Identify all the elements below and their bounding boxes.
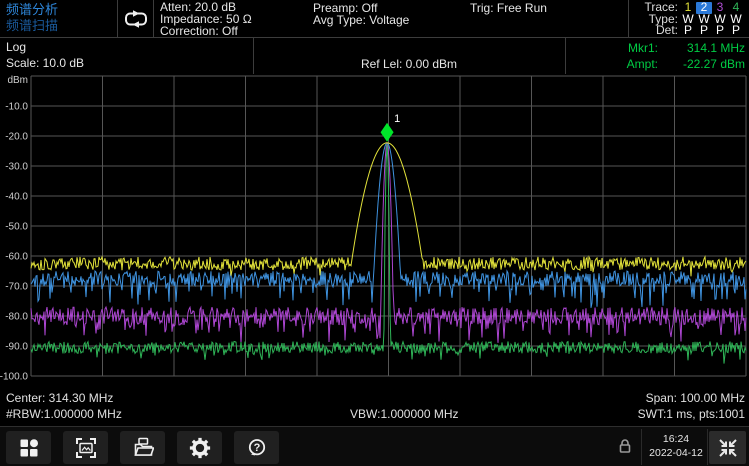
ref-level-readout: Ref Lel: 0.00 dBm: [253, 57, 565, 71]
spectrum-chart[interactable]: dBm -10.0 -20.0 -30.0 -40.0 -50.0 -60.0 -70.0 -8…: [0, 74, 749, 392]
vbw-readout: VBW:1.000000 MHz: [350, 407, 459, 421]
marker-readout-block: Mkr1: 314.1 MHz Ampt: -22.27 dBm: [565, 38, 749, 74]
y-tick-label: -40.0: [5, 192, 28, 203]
avg-type-readout: Avg Type: Voltage: [313, 15, 409, 27]
y-tick-label: -30.0: [5, 162, 28, 173]
ref-level-block: Ref Lel: 0.00 dBm: [253, 38, 565, 74]
marker-ampt-value: -22.27 dBm: [658, 56, 745, 72]
trace-det-row: Det: P P P P: [629, 25, 749, 37]
mode-tabs: 频谱分析 频谱扫描: [6, 2, 58, 34]
y-tick-label: -20.0: [5, 132, 28, 143]
collapse-fullscreen-button[interactable]: [709, 431, 746, 464]
marker-freq-value: 314.1 MHz: [658, 40, 745, 56]
marker-1-diamond[interactable]: [381, 123, 394, 142]
file-manager-button[interactable]: [120, 431, 165, 464]
swt-readout: SWT:1 ms, pts:1001: [638, 407, 745, 421]
date-readout: 2022-04-12: [646, 446, 706, 460]
tab-spectrum-analysis[interactable]: 频谱分析: [6, 2, 58, 18]
taskbar: ? 16:24 2022-04-12: [0, 426, 749, 466]
freq-annotation-row: Center: 314.30 MHz Span: 100.00 MHz: [0, 391, 749, 407]
span-readout: Span: 100.00 MHz: [646, 391, 745, 405]
spectrum-analyzer-screen: 频谱分析 频谱扫描 Atten: 20.0 dB Impedance: 50 Ω…: [0, 0, 749, 466]
lock-status: [618, 438, 632, 459]
header-bar: 频谱分析 频谱扫描 Atten: 20.0 dB Impedance: 50 Ω…: [0, 0, 749, 38]
trace-3-det: P: [712, 25, 728, 37]
rf-settings-block: Atten: 20.0 dB Impedance: 50 Ω Correctio…: [160, 2, 252, 38]
y-tick-label: -60.0: [5, 252, 28, 263]
svg-text:?: ?: [253, 442, 260, 454]
correction-readout: Correction: Off: [160, 26, 252, 38]
settings-bar: Log Scale: 10.0 dB Ref Lel: 0.00 dBm Mkr…: [0, 38, 749, 74]
trigger-readout: Trig: Free Run: [470, 3, 547, 15]
gain-settings-block: Preamp: Off Avg Type: Voltage: [313, 3, 409, 27]
det-row-label: Det:: [656, 25, 678, 37]
bw-annotation-row: #RBW:1.000000 MHz VBW:1.000000 MHz SWT:1…: [0, 407, 749, 423]
clock-widget[interactable]: 16:24 2022-04-12: [646, 432, 706, 460]
y-axis-unit: dBm: [7, 75, 28, 86]
taskbar-separator: [641, 429, 642, 465]
marker-freq-row: Mkr1: 314.1 MHz: [566, 40, 749, 56]
settings-gear-icon: [189, 437, 211, 459]
file-manager-icon: [132, 437, 154, 459]
marker-ampt-label: Ampt:: [566, 56, 658, 72]
scale-block: Log Scale: 10.0 dB: [0, 38, 254, 74]
time-readout: 16:24: [646, 432, 706, 446]
tab-spectrum-sweep[interactable]: 频谱扫描: [6, 18, 58, 34]
y-tick-label: -80.0: [5, 312, 28, 323]
collapse-arrows-icon: [716, 436, 740, 460]
rbw-readout: #RBW:1.000000 MHz: [6, 407, 122, 421]
y-tick-label: -100.0: [0, 372, 28, 383]
continuous-sweep-icon: [121, 9, 151, 29]
help-button[interactable]: ?: [234, 431, 279, 464]
scale-readout: Scale: 10.0 dB: [6, 56, 84, 70]
screen-capture-button[interactable]: [63, 431, 108, 464]
y-tick-label: -10.0: [5, 102, 28, 113]
continuous-sweep-button[interactable]: [117, 0, 154, 37]
lock-icon: [618, 438, 632, 454]
trace-4-det: P: [728, 25, 744, 37]
trigger-block: Trig: Free Run: [470, 3, 547, 15]
screen-capture-icon: [75, 437, 97, 459]
marker-1-label: 1: [394, 113, 400, 125]
taskbar-separator-2: [707, 429, 708, 465]
y-tick-label: -50.0: [5, 222, 28, 233]
settings-button[interactable]: [177, 431, 222, 464]
apps-grid-icon: [19, 438, 39, 458]
center-freq-readout: Center: 314.30 MHz: [6, 391, 113, 405]
trace-status-block: Trace: 1 2 3 4 Type: W W W W Det: P P P …: [628, 0, 749, 37]
y-tick-label: -70.0: [5, 282, 28, 293]
marker-name-label: Mkr1:: [566, 40, 658, 56]
marker-ampt-row: Ampt: -22.27 dBm: [566, 56, 749, 72]
help-icon: ?: [247, 438, 267, 458]
y-tick-label: -90.0: [5, 342, 28, 353]
scale-mode-readout: Log: [6, 40, 26, 54]
trace-1-det: P: [680, 25, 696, 37]
trace-2-det: P: [696, 25, 712, 37]
apps-menu-button[interactable]: [6, 431, 51, 464]
